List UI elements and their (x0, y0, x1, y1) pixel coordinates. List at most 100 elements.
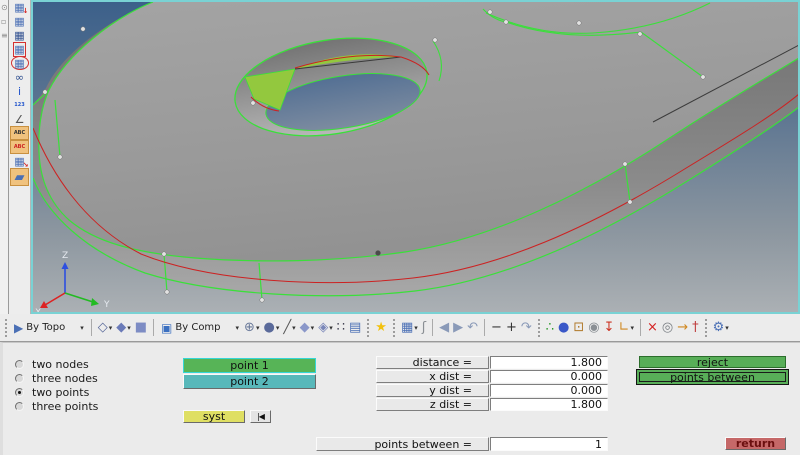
prev-view-icon: ◀ (439, 319, 450, 335)
radio-circle[interactable] (15, 401, 24, 411)
mesh-solid-icon[interactable]: ▦ (11, 28, 29, 42)
radio-circle[interactable] (15, 373, 24, 383)
plane-icon[interactable]: ▰ (10, 168, 29, 186)
return-button[interactable]: return (725, 437, 786, 450)
radio-three-points[interactable]: three points (15, 400, 98, 413)
diamond-display-icon[interactable]: ◆ ▾ (299, 316, 316, 340)
point1-button[interactable]: point 1 (183, 358, 316, 373)
export-folder-icon: → (677, 319, 689, 335)
prev-view-icon[interactable]: ◀ (438, 316, 450, 340)
dropdown-caret-icon[interactable]: ▾ (109, 324, 113, 332)
dropdown-caret-icon[interactable]: ▾ (80, 324, 84, 332)
partial-search-icon[interactable]: ⊙ (1, 1, 8, 15)
points-display-icon[interactable]: ∷ (336, 316, 346, 340)
delete-icon: × (646, 319, 658, 335)
favorites-star-icon: ★ (375, 319, 387, 335)
mesh-view-icon[interactable]: ▦ (11, 14, 29, 28)
toolbar-separator (367, 318, 370, 337)
blue-sphere-icon[interactable]: ● (557, 316, 570, 340)
first-system-button[interactable]: |◀ (250, 410, 271, 423)
import-folder-icon[interactable]: ↧ (603, 316, 616, 340)
probe-icon: † (692, 319, 699, 335)
wire-sphere-icon[interactable]: ⊕ ▾ (243, 316, 260, 340)
sphere-folder-icon[interactable]: ◉ (587, 316, 600, 340)
partial-list-icon[interactable]: ≡ (1, 29, 8, 43)
mesh-region-icon[interactable]: ▦ (11, 41, 29, 57)
display-by-comp[interactable]: ▣ By Comp ▾ (159, 316, 241, 340)
zoom-out-icon[interactable]: − (490, 316, 503, 340)
dropdown-caret-icon[interactable]: ▾ (292, 324, 296, 332)
radio-circle[interactable] (15, 359, 24, 369)
toolbar-separator (392, 318, 395, 337)
next-view-icon[interactable]: ▶ (452, 316, 464, 340)
curve-node-icon[interactable]: ∟ ▾ (618, 316, 635, 340)
field-input-z-dist[interactable] (490, 398, 608, 411)
reject-button[interactable]: reject (639, 356, 786, 369)
field-label-z-dist[interactable]: z dist = (376, 398, 489, 411)
field-label-distance[interactable]: distance = (376, 356, 489, 369)
undo-view-icon[interactable]: ↶ (466, 316, 479, 340)
measure-icon[interactable]: ∠ (11, 112, 29, 126)
hidden-line-mode-icon[interactable]: ◆ ▾ (115, 316, 132, 340)
facet-display-icon[interactable]: ◈ ▾ (317, 316, 334, 340)
dropdown-caret-icon[interactable]: ▾ (311, 324, 315, 332)
delete-icon[interactable]: × (646, 316, 659, 340)
point2-button[interactable]: point 2 (183, 374, 316, 389)
folder-contents-icon[interactable]: ⊡ (572, 316, 585, 340)
dropdown-caret-icon[interactable]: ▾ (276, 324, 280, 332)
binoculars-icon[interactable]: ∞ (11, 70, 29, 84)
field-input-x-dist[interactable] (490, 370, 608, 383)
dropdown-caret-icon[interactable]: ▾ (630, 324, 634, 332)
by-topo-icon: ▶ (14, 320, 24, 335)
redo-view-icon[interactable]: ↷ (520, 316, 533, 340)
count-123-icon[interactable]: 123 (11, 98, 29, 112)
radio-three-nodes[interactable]: three nodes (15, 372, 98, 385)
probe-icon[interactable]: † (691, 316, 700, 340)
label-abc-red-icon[interactable]: ABC (10, 140, 29, 154)
display-by-topo[interactable]: ▶ By Topo ▾ (12, 316, 86, 340)
settings-gear-icon[interactable]: ⚙ ▾ (712, 316, 730, 340)
radio-two-nodes[interactable]: two nodes (15, 358, 89, 371)
viewport-3d[interactable]: Z X Y (31, 0, 800, 314)
points-between-input[interactable] (490, 437, 608, 451)
radio-two-points[interactable]: two points (15, 385, 90, 399)
wrench-icon[interactable]: ʃ (421, 316, 427, 340)
dropdown-caret-icon[interactable]: ▾ (256, 324, 260, 332)
colored-balls-icon[interactable]: ∴ (545, 316, 555, 340)
windows-layout-icon[interactable]: ▦ ▾ (400, 316, 419, 340)
zoom-in-icon[interactable]: + (505, 316, 518, 340)
dropdown-caret-icon[interactable]: ▾ (236, 324, 240, 332)
solid-sphere-icon[interactable]: ● ▾ (262, 316, 280, 340)
export-folder-icon[interactable]: → (676, 316, 689, 340)
field-label-x-dist[interactable]: x dist = (376, 370, 489, 383)
display-by-topo-label: By Topo (26, 322, 66, 333)
dropdown-caret-icon[interactable]: ▾ (127, 324, 131, 332)
dropdown-caret-icon[interactable]: ▾ (329, 324, 333, 332)
label-abc-icon[interactable]: ABC (10, 126, 29, 140)
info-icon[interactable]: i (11, 84, 29, 98)
mesh-update-icon[interactable]: ▦ ↓ (11, 0, 28, 16)
gray-spheres-icon[interactable]: ◎ (661, 316, 674, 340)
dropdown-caret-icon[interactable]: ▾ (725, 324, 729, 332)
shaded-mode-icon[interactable]: ■ (134, 316, 148, 340)
points-between-label[interactable]: points between = (316, 437, 489, 451)
dropdown-caret-icon[interactable]: ▾ (414, 324, 418, 332)
monitor-icon[interactable]: ▤ (348, 316, 362, 340)
top-row: ⊙ ▫ ≡ ▦ ↓ ▦ ▦ ▦ ▦ ∞ i 123 ∠ ABC ABC ▦ ↘ ▰ (0, 0, 800, 314)
replace-node-icon[interactable]: ▦ ↘ (11, 154, 28, 170)
syst-button[interactable]: syst (183, 410, 245, 423)
line-display-icon[interactable]: ╱ ▾ (282, 316, 296, 340)
partial-panel-icon[interactable]: ▫ (1, 15, 6, 29)
curve-node-icon: ∟ (618, 319, 630, 335)
mesh-sphere-region-icon[interactable]: ▦ (10, 56, 29, 70)
field-input-y-dist[interactable] (490, 384, 608, 397)
field-input-distance[interactable] (490, 356, 608, 369)
wireframe-mode-icon[interactable]: ◇ ▾ (97, 316, 114, 340)
points-between-button[interactable]: points between (636, 369, 789, 385)
toolbar-separator (432, 319, 434, 336)
radio-circle[interactable] (15, 387, 24, 397)
field-label-y-dist[interactable]: y dist = (376, 384, 489, 397)
hidden-line-mode-icon: ◆ (116, 319, 127, 335)
radio-label: two points (32, 385, 90, 399)
favorites-star-icon[interactable]: ★ (374, 316, 388, 340)
